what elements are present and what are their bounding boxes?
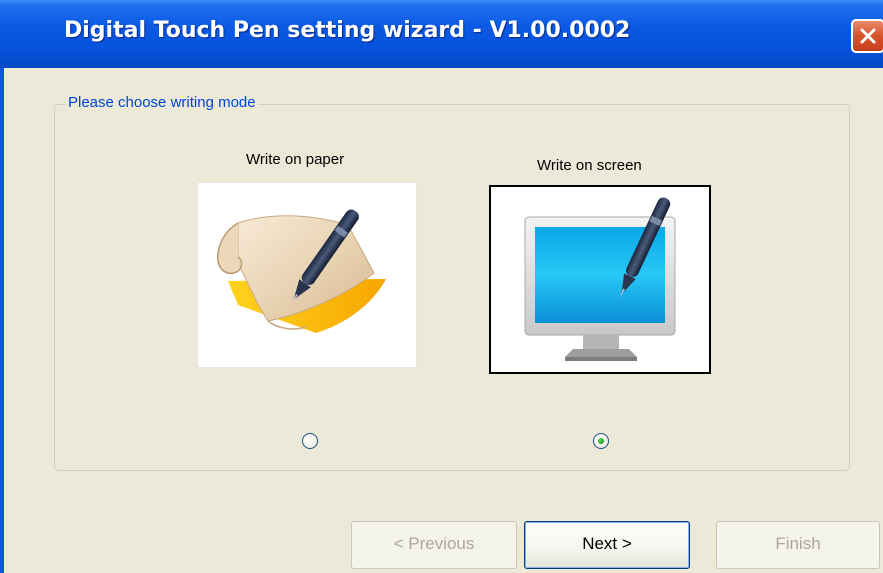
radio-write-on-paper[interactable]	[302, 433, 318, 449]
paper-mode-image[interactable]	[197, 182, 417, 368]
writing-mode-group	[54, 104, 850, 471]
wizard-window: Digital Touch Pen setting wizard - V1.00…	[0, 0, 883, 573]
previous-button[interactable]: < Previous	[351, 521, 517, 569]
window-title: Digital Touch Pen setting wizard - V1.00…	[64, 18, 631, 43]
paper-pen-icon	[216, 209, 386, 333]
screen-mode-image[interactable]	[489, 185, 711, 374]
radio-write-on-screen[interactable]	[593, 433, 609, 449]
mode-label-paper: Write on paper	[246, 151, 345, 168]
finish-button[interactable]: Finish	[716, 521, 880, 569]
next-button[interactable]: Next >	[524, 521, 690, 569]
radio-selected-dot	[598, 438, 604, 444]
mode-label-screen: Write on screen	[537, 157, 642, 174]
group-legend: Please choose writing mode	[66, 94, 258, 111]
title-bar[interactable]: Digital Touch Pen setting wizard - V1.00…	[0, 0, 883, 68]
close-button[interactable]	[851, 19, 883, 53]
close-icon	[860, 28, 876, 44]
monitor-pen-icon	[524, 197, 676, 361]
